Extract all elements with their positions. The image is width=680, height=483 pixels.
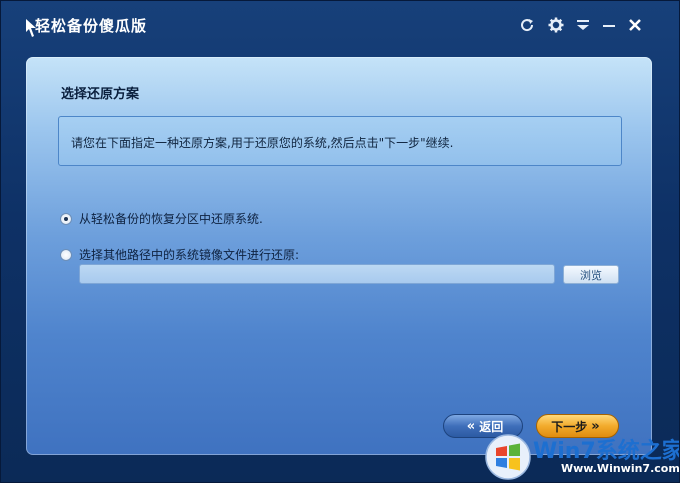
- site-watermark: Win7系统之家 Www.Winwin7.com: [485, 431, 680, 482]
- description-text: 请您在下面指定一种还原方案,用于还原您的系统,然后点击"下一步"继续.: [71, 136, 454, 150]
- option-other-image[interactable]: 选择其他路径中的系统镜像文件进行还原:: [60, 246, 299, 263]
- browse-button[interactable]: 浏览: [563, 265, 619, 284]
- recovery-partition-label: 从轻松备份的恢复分区中还原系统.: [79, 212, 263, 226]
- app-window: 轻松备份傻瓜版 选择还原方案 请您在下面指定一种还原方案,用于还原您的系统,然后…: [0, 0, 680, 483]
- refresh-button[interactable]: [517, 15, 537, 35]
- double-chevron-left-icon: «: [466, 418, 476, 434]
- watermark-url: Www.Winwin7.com: [561, 462, 680, 475]
- refresh-icon: [521, 19, 534, 32]
- windows-logo-icon: [485, 434, 531, 480]
- description-box: 请您在下面指定一种还原方案,用于还原您的系统,然后点击"下一步"继续.: [58, 116, 622, 166]
- minimize-button[interactable]: [599, 15, 619, 35]
- menu-button[interactable]: [573, 15, 593, 35]
- window-title: 轻松备份傻瓜版: [35, 17, 148, 35]
- close-icon: [629, 19, 641, 31]
- title-bar[interactable]: 轻松备份傻瓜版: [1, 1, 679, 51]
- settings-button[interactable]: [546, 15, 566, 35]
- close-button[interactable]: [625, 15, 645, 35]
- other-image-radio[interactable]: [60, 248, 72, 261]
- other-image-label: 选择其他路径中的系统镜像文件进行还原:: [79, 248, 300, 262]
- recovery-partition-radio[interactable]: [60, 212, 72, 225]
- menu-icon: [577, 20, 589, 30]
- gear-icon: [548, 17, 564, 33]
- image-path-input[interactable]: [79, 264, 555, 284]
- watermark-brand: Win7系统之家: [533, 439, 680, 464]
- option-recovery-partition[interactable]: 从轻松备份的恢复分区中还原系统.: [60, 210, 263, 227]
- section-title: 选择还原方案: [61, 87, 140, 102]
- minimize-icon: [603, 25, 615, 27]
- content-panel: 选择还原方案 请您在下面指定一种还原方案,用于还原您的系统,然后点击"下一步"继…: [26, 57, 652, 455]
